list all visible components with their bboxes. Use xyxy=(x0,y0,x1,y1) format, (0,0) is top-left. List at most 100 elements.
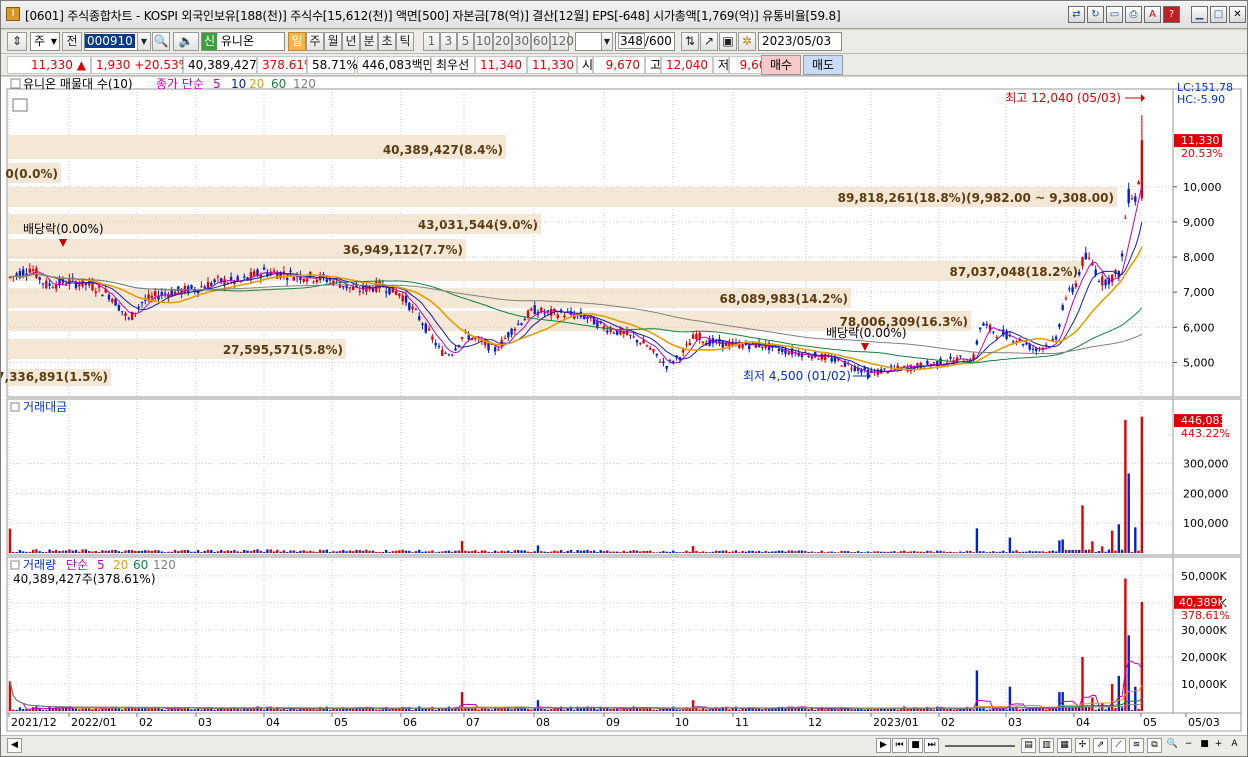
amount-bar-196 xyxy=(655,552,658,553)
volume-bar-325 xyxy=(1081,656,1084,711)
period-tab-4[interactable]: 분 xyxy=(360,32,378,51)
window-icon[interactable]: ▭ xyxy=(1106,6,1123,23)
amount-bar-265 xyxy=(883,551,886,553)
scroll-left-icon[interactable]: ◀ xyxy=(7,738,22,753)
candle-body-114 xyxy=(385,291,388,293)
font-icon[interactable]: A xyxy=(1144,6,1161,23)
amount-bar-16 xyxy=(61,550,64,553)
chart-svg[interactable]: 7,336,891(1.5%)27,595,571(5.8%)78,006,30… xyxy=(0,77,1247,735)
settings-icon[interactable]: ✲ xyxy=(738,32,756,51)
crosshair-icon[interactable]: ✢ xyxy=(1075,738,1090,753)
rewind-icon[interactable]: ⏮ xyxy=(892,738,907,753)
volume-bar-125 xyxy=(421,709,424,711)
layout-1-icon[interactable]: ▤ xyxy=(1021,738,1036,753)
interval-button-30[interactable]: 30 xyxy=(512,32,531,51)
candle-body-43 xyxy=(150,295,154,298)
volume-bar-111 xyxy=(375,709,378,711)
volume-bar-204 xyxy=(682,709,685,711)
amount-bar-237 xyxy=(790,550,794,553)
volume-bar-296 xyxy=(985,709,988,711)
chart-tool-icon[interactable]: ↗ xyxy=(700,32,718,51)
forward-icon[interactable]: ⏭ xyxy=(924,738,939,753)
help-icon[interactable]: ? xyxy=(1163,6,1180,23)
code-dropdown-icon[interactable]: ▼ xyxy=(137,32,151,51)
period-tab-1[interactable]: 주 xyxy=(306,32,324,51)
arrows-icon[interactable]: ⇅ xyxy=(681,32,699,51)
volume-bar-297 xyxy=(988,709,992,711)
amount-bar-327 xyxy=(1087,549,1091,553)
zoom-icon[interactable]: 🔍 xyxy=(1165,738,1180,753)
period-tab-3[interactable]: 년 xyxy=(342,32,360,51)
volume-profile-label-4: 87,037,048(18.2%) xyxy=(949,265,1078,279)
volume-bar-285 xyxy=(949,708,952,711)
interval-dropdown-icon[interactable]: ▼ xyxy=(601,32,613,51)
fib-icon[interactable]: ≋ xyxy=(1129,738,1144,753)
period-tab-2[interactable]: 월 xyxy=(324,32,342,51)
amount-bar-216 xyxy=(721,550,724,553)
layout-3-icon[interactable]: ▦ xyxy=(1057,738,1072,753)
ma-legend-120: 120 xyxy=(293,77,316,91)
pin-icon[interactable]: ⇕ xyxy=(7,32,27,51)
buy-button[interactable]: 매수 xyxy=(761,55,801,75)
candle-body-205 xyxy=(685,344,688,346)
zoom-slider[interactable] xyxy=(945,745,1015,747)
volume-bar-201 xyxy=(672,706,675,711)
stock-name-field[interactable]: 신 유니온 xyxy=(201,32,285,51)
ask-price: 11,340 xyxy=(475,56,527,74)
count-field[interactable]: 348/600 xyxy=(615,32,675,51)
volume-bar-152 xyxy=(510,709,513,711)
volume-bar-202 xyxy=(675,709,678,711)
link-icon[interactable]: ⇄ xyxy=(1068,6,1085,23)
amount-bar-18 xyxy=(68,549,71,553)
speaker-icon[interactable]: 🔈 xyxy=(173,32,199,51)
volume-bar-62 xyxy=(213,709,216,711)
x-label-0: 2021/12 xyxy=(11,716,57,729)
period-tab-6[interactable]: 틱 xyxy=(396,32,414,51)
play-icon[interactable]: ▶ xyxy=(876,738,891,753)
interval-button-3[interactable]: 3 xyxy=(440,32,457,51)
x-label-13: 2023/01 xyxy=(873,716,919,729)
interval-button-120[interactable]: 120 xyxy=(550,32,574,51)
print-icon[interactable]: ⎙ xyxy=(1125,6,1142,23)
zoom-in-icon[interactable]: + xyxy=(1211,738,1226,753)
period-select[interactable]: 주 ▼ xyxy=(30,32,60,51)
close-button[interactable]: ✕ xyxy=(1229,6,1246,23)
sell-button[interactable]: 매도 xyxy=(803,55,843,75)
amount-bar-266 xyxy=(886,551,889,553)
date-field[interactable]: 2023/05/03 ▦ xyxy=(758,32,842,51)
price-change: 1,930 xyxy=(96,58,131,72)
save-icon[interactable]: ▣ xyxy=(719,32,737,51)
stop-icon[interactable]: ■ xyxy=(908,738,923,753)
maximize-button[interactable]: □ xyxy=(1210,6,1227,23)
interval-button-20[interactable]: 20 xyxy=(493,32,512,51)
candle-body-104 xyxy=(352,286,355,290)
chart-area[interactable]: 7,336,891(1.5%) 27,595,571(5.8%) 78,006,30… xyxy=(0,77,1247,735)
volume-bar-269 xyxy=(896,709,899,711)
line-icon[interactable]: ⟋ xyxy=(1111,738,1126,753)
zoom-out-icon[interactable]: − xyxy=(1181,738,1196,753)
period-tab-5[interactable]: 초 xyxy=(378,32,396,51)
amount-bar-141 xyxy=(474,550,477,553)
zoom-reset-icon[interactable]: ■ xyxy=(1197,738,1212,753)
candle-body-195 xyxy=(652,349,655,352)
ma-label: 종가 단순 xyxy=(156,77,204,91)
layout-2-icon[interactable]: ▥ xyxy=(1039,738,1054,753)
mode-button[interactable]: 전 xyxy=(62,32,82,51)
period-tab-0[interactable]: 일 xyxy=(288,32,306,51)
candle-body-217 xyxy=(724,341,728,347)
auto-icon[interactable]: A xyxy=(1227,738,1242,753)
search-icon[interactable]: 🔍 xyxy=(152,32,170,51)
interval-button-1[interactable]: 1 xyxy=(423,32,440,51)
interval-button-5[interactable]: 5 xyxy=(457,32,474,51)
volume-bar-4 xyxy=(22,709,25,711)
amount-bar-17 xyxy=(64,550,68,553)
minimize-button[interactable]: ▁ xyxy=(1191,6,1208,23)
refresh-icon[interactable]: ↻ xyxy=(1087,6,1104,23)
capture-icon[interactable]: ⧉ xyxy=(1147,738,1162,753)
amount-bar-10 xyxy=(41,552,45,553)
amount-bar-40 xyxy=(140,550,144,553)
trend-icon[interactable]: ⇗ xyxy=(1093,738,1108,753)
interval-button-60[interactable]: 60 xyxy=(531,32,550,51)
interval-button-10[interactable]: 10 xyxy=(474,32,493,51)
volume-profile-label-8: 0(0.0%) xyxy=(5,167,58,181)
